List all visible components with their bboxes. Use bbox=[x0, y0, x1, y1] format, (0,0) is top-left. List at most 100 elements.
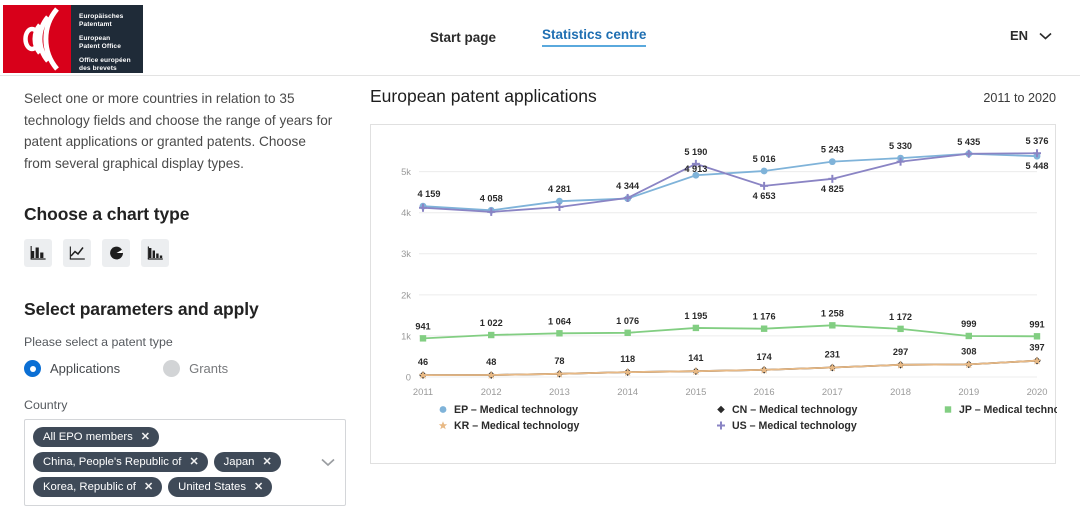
svg-text:US – Medical technology: US – Medical technology bbox=[732, 420, 857, 432]
line-chart-svg[interactable]: 0 1k 2k 3k 4k 5k 2011 2012 2013 2014 2015 2016 2017 2… bbox=[371, 125, 1057, 465]
page-title: European patent applications bbox=[370, 86, 597, 106]
chart-card: 0 1k 2k 3k 4k 5k 2011 2012 2013 2014 2015 2016 2017 2… bbox=[370, 124, 1057, 465]
svg-text:5 435: 5 435 bbox=[957, 137, 980, 147]
svg-text:3k: 3k bbox=[401, 248, 411, 259]
pie-chart-icon[interactable] bbox=[102, 239, 130, 268]
svg-text:2014: 2014 bbox=[617, 386, 638, 397]
radio-applications[interactable]: Applications bbox=[24, 360, 120, 378]
svg-text:2018: 2018 bbox=[890, 386, 911, 397]
country-multiselect[interactable]: All EPO members ✕ China, People's Republ… bbox=[24, 419, 346, 507]
svg-text:CN – Medical technology: CN – Medical technology bbox=[732, 404, 857, 416]
radio-grants-label: Grants bbox=[189, 361, 229, 377]
country-tag-label: United States bbox=[178, 480, 246, 493]
radio-grants[interactable]: Grants bbox=[163, 360, 229, 378]
svg-text:2011: 2011 bbox=[413, 386, 433, 397]
patent-type-label: Please select a patent type bbox=[24, 335, 173, 350]
parameters-heading: Select parameters and apply bbox=[24, 299, 259, 320]
site-header: Europäisches Patentamt European Patent Off… bbox=[0, 0, 1080, 76]
svg-text:1 195: 1 195 bbox=[684, 311, 707, 321]
svg-text:1 172: 1 172 bbox=[889, 312, 912, 322]
svg-text:5 243: 5 243 bbox=[821, 145, 844, 155]
legend-item: KR – Medical technology bbox=[438, 420, 579, 432]
epo-logo[interactable]: Europäisches Patentamt European Patent Off… bbox=[3, 5, 143, 73]
country-tag[interactable]: All EPO members ✕ bbox=[33, 427, 159, 448]
series-EP bbox=[419, 150, 1041, 214]
country-tag[interactable]: United States ✕ bbox=[168, 477, 273, 498]
country-tag[interactable]: Korea, Republic of ✕ bbox=[33, 477, 163, 498]
svg-text:5 330: 5 330 bbox=[889, 141, 912, 151]
svg-text:2015: 2015 bbox=[685, 386, 706, 397]
country-tag[interactable]: China, People's Republic of ✕ bbox=[33, 452, 208, 473]
series-JP bbox=[419, 322, 1041, 342]
controls-sidebar: Select one or more countries in relation… bbox=[24, 88, 354, 507]
chevron-down-icon[interactable] bbox=[321, 454, 335, 472]
svg-text:5k: 5k bbox=[401, 166, 411, 177]
svg-text:4k: 4k bbox=[401, 207, 411, 218]
svg-text:5 448: 5 448 bbox=[1026, 161, 1049, 171]
statistics-centre-page: Europäisches Patentamt European Patent Off… bbox=[0, 0, 1080, 509]
svg-text:2016: 2016 bbox=[754, 386, 775, 397]
legend-item: EP – Medical technology bbox=[439, 404, 578, 416]
svg-text:297: 297 bbox=[893, 347, 908, 357]
series-CN bbox=[419, 356, 1041, 379]
main-navigation: Start page Statistics centre bbox=[430, 27, 647, 47]
svg-text:46: 46 bbox=[418, 357, 428, 367]
close-icon[interactable]: ✕ bbox=[262, 455, 271, 468]
svg-text:4 825: 4 825 bbox=[821, 184, 844, 194]
country-label: Country bbox=[24, 398, 68, 413]
close-icon[interactable]: ✕ bbox=[141, 430, 150, 443]
svg-text:1 064: 1 064 bbox=[548, 316, 572, 326]
chevron-down-icon bbox=[1039, 28, 1052, 43]
language-label: EN bbox=[1009, 28, 1028, 43]
language-selector[interactable]: EN bbox=[1010, 28, 1052, 43]
radio-applications-indicator bbox=[24, 360, 41, 378]
line-chart-icon[interactable] bbox=[63, 239, 91, 268]
series-KR bbox=[418, 356, 1042, 379]
chart-year-range: 2011 to 2020 bbox=[983, 91, 1056, 105]
country-tag-label: Japan bbox=[223, 455, 255, 468]
svg-text:0: 0 bbox=[406, 371, 411, 382]
logo-line-fr: Office européen des brevets bbox=[79, 56, 131, 73]
close-icon[interactable]: ✕ bbox=[189, 455, 198, 468]
logo-line-en: European Patent Office bbox=[79, 34, 121, 51]
svg-text:5 376: 5 376 bbox=[1026, 136, 1049, 146]
svg-text:48: 48 bbox=[486, 357, 496, 367]
svg-text:5 190: 5 190 bbox=[684, 147, 707, 157]
epo-logo-mark-icon bbox=[3, 5, 71, 73]
svg-text:78: 78 bbox=[554, 356, 564, 366]
svg-text:4 159: 4 159 bbox=[418, 189, 441, 199]
nav-item-start-page[interactable]: Start page bbox=[430, 30, 496, 45]
svg-text:4 913: 4 913 bbox=[684, 164, 707, 174]
svg-text:1k: 1k bbox=[401, 330, 411, 341]
svg-text:397: 397 bbox=[1029, 343, 1044, 353]
svg-text:4 281: 4 281 bbox=[548, 184, 571, 194]
svg-text:4 344: 4 344 bbox=[616, 181, 640, 191]
close-icon[interactable]: ✕ bbox=[254, 480, 263, 493]
country-tag-label: All EPO members bbox=[43, 430, 133, 443]
nav-item-statistics-centre[interactable]: Statistics centre bbox=[542, 27, 647, 47]
radio-grants-indicator bbox=[163, 360, 181, 378]
epo-logo-text: Europäisches Patentamt European Patent Off… bbox=[71, 5, 143, 73]
legend-item: CN – Medical technology bbox=[717, 404, 857, 416]
legend-item: US – Medical technology bbox=[717, 420, 857, 432]
legend-item: JP – Medical technology bbox=[944, 404, 1057, 416]
country-tag-label: China, People's Republic of bbox=[43, 455, 182, 468]
svg-text:2k: 2k bbox=[401, 289, 411, 300]
column-chart-icon[interactable] bbox=[141, 239, 169, 268]
svg-text:118: 118 bbox=[620, 354, 635, 364]
svg-text:1 022: 1 022 bbox=[480, 318, 503, 328]
patent-type-radio-group: Applications Grants bbox=[24, 360, 354, 378]
svg-text:2017: 2017 bbox=[822, 386, 843, 397]
country-tag-list: All EPO members ✕ China, People's Republ… bbox=[33, 427, 315, 498]
bar-chart-icon[interactable] bbox=[24, 239, 52, 268]
svg-text:1 258: 1 258 bbox=[821, 308, 844, 318]
svg-text:231: 231 bbox=[825, 350, 840, 360]
svg-text:2012: 2012 bbox=[481, 386, 502, 397]
chart-type-button-group bbox=[24, 239, 354, 268]
svg-text:991: 991 bbox=[1029, 319, 1044, 329]
svg-text:2013: 2013 bbox=[549, 386, 570, 397]
svg-text:5 016: 5 016 bbox=[753, 154, 776, 164]
svg-text:JP – Medical technology: JP – Medical technology bbox=[959, 404, 1057, 416]
country-tag[interactable]: Japan ✕ bbox=[213, 452, 281, 473]
close-icon[interactable]: ✕ bbox=[144, 480, 153, 493]
